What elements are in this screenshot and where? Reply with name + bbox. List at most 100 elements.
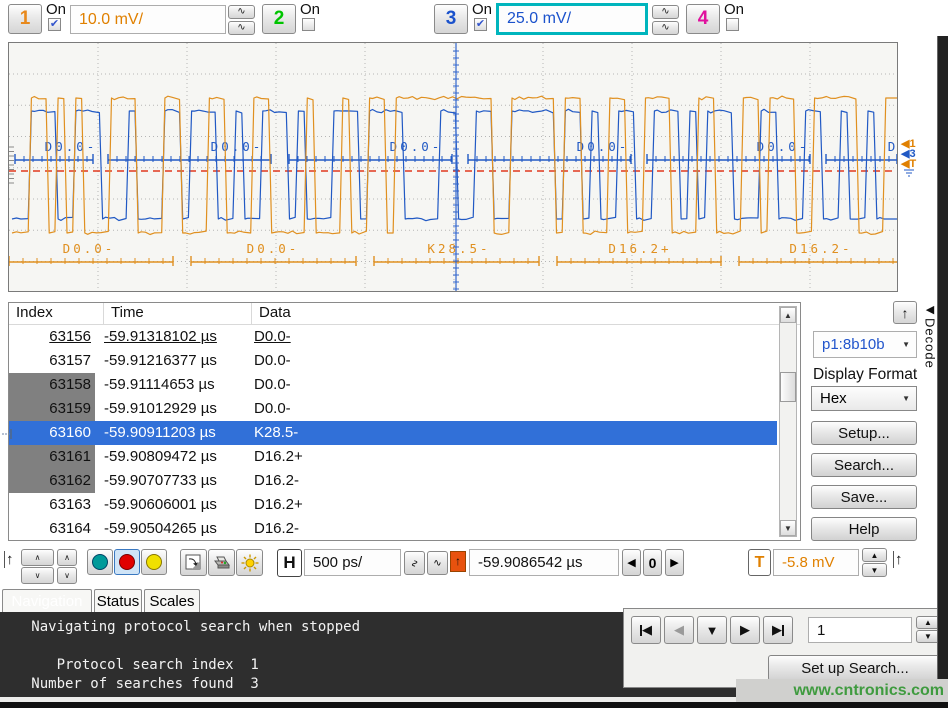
- table-row[interactable]: 63161-59.90809472 µsD16.2+: [9, 445, 777, 469]
- cell-index[interactable]: 63160: [9, 421, 95, 445]
- scroll-down-icon[interactable]: ▼: [780, 520, 796, 536]
- cell-data[interactable]: D0.0-: [245, 397, 777, 421]
- horizontal-menu-button[interactable]: H: [277, 549, 302, 577]
- trigger-level-field[interactable]: -5.8 mV: [773, 549, 859, 576]
- channel-4-on-checkbox[interactable]: [726, 18, 739, 31]
- search-button[interactable]: Search...: [811, 453, 917, 477]
- cell-data[interactable]: D0.0-: [245, 373, 777, 397]
- column-header-index[interactable]: Index: [9, 303, 104, 324]
- print-button[interactable]: [208, 549, 235, 576]
- cell-data[interactable]: K28.5-: [245, 421, 777, 445]
- table-row[interactable]: 63157-59.91216377 µsD0.0-: [9, 349, 777, 373]
- timebase-field[interactable]: 500 ps/: [304, 549, 401, 576]
- channel-3-coupling-down-button[interactable]: ∿: [652, 21, 679, 35]
- cell-index[interactable]: 63161: [9, 445, 95, 469]
- display-format-select[interactable]: Hex ▼: [811, 386, 917, 411]
- cell-index[interactable]: 63162: [9, 469, 95, 493]
- table-row[interactable]: 63159-59.91012929 µsD0.0-: [9, 397, 777, 421]
- channel-3-on-checkbox[interactable]: ✔: [474, 18, 487, 31]
- center-zero-button[interactable]: 0: [643, 549, 662, 576]
- protocol-select[interactable]: p1:8b10b ▼: [813, 331, 917, 358]
- table-row[interactable]: 63163-59.90606001 µsD16.2+: [9, 493, 777, 517]
- go-last-button[interactable]: ▶: [763, 616, 793, 644]
- pan-left-button[interactable]: ◀: [622, 549, 641, 576]
- table-row[interactable]: 63156-59.91318102 µsD0.0-: [9, 325, 777, 349]
- cell-time[interactable]: -59.90911203 µs: [95, 421, 245, 445]
- go-next-button[interactable]: ▶: [730, 616, 760, 644]
- tab-navigation[interactable]: Navigation: [2, 589, 92, 612]
- cell-index[interactable]: 63163: [9, 493, 95, 517]
- listing-scrollbar[interactable]: ▲ ▼: [779, 306, 797, 537]
- touch-zoom-button[interactable]: [180, 549, 207, 576]
- timebase-fine-button[interactable]: ∿: [404, 551, 425, 575]
- cell-data[interactable]: D16.2-: [245, 517, 777, 541]
- table-row[interactable]: 63158-59.91114653 µsD0.0-: [9, 373, 777, 397]
- search-index-field[interactable]: 1: [808, 617, 912, 643]
- cell-time[interactable]: -59.90504265 µs: [95, 517, 245, 541]
- trigger-reference-button[interactable]: ↑: [450, 551, 466, 572]
- channel-3-scale-field[interactable]: 25.0 mV/: [496, 3, 648, 35]
- panel-collapse-button[interactable]: ↑: [893, 301, 917, 324]
- channel-4-button[interactable]: 4: [686, 4, 720, 34]
- go-first-button[interactable]: ◀: [631, 616, 661, 644]
- channel-1-button[interactable]: 1: [8, 4, 42, 34]
- cell-time[interactable]: -59.90606001 µs: [95, 493, 245, 517]
- cell-data[interactable]: D0.0-: [245, 325, 777, 349]
- cell-index[interactable]: 63158: [9, 373, 95, 397]
- cell-data[interactable]: D16.2-: [245, 469, 777, 493]
- level-up-button[interactable]: ▲: [862, 548, 887, 562]
- cell-index[interactable]: 63157: [9, 349, 95, 373]
- cell-index[interactable]: 63156: [9, 325, 95, 349]
- channel-3-coupling-up-button[interactable]: ∿: [652, 5, 679, 19]
- channel-1-coupling-down-button[interactable]: ∿: [228, 21, 255, 35]
- cell-time[interactable]: -59.91318102 µs: [95, 325, 245, 349]
- setup-button[interactable]: Setup...: [811, 421, 917, 445]
- table-row[interactable]: 63164-59.90504265 µsD16.2-: [9, 517, 777, 541]
- cell-data[interactable]: D16.2+: [245, 445, 777, 469]
- table-row[interactable]: 63160-59.90911203 µsK28.5-: [9, 421, 777, 445]
- stop-button[interactable]: [114, 549, 140, 575]
- cell-time[interactable]: -59.91012929 µs: [95, 397, 245, 421]
- trigger-menu-button[interactable]: T: [748, 549, 771, 576]
- save-button[interactable]: Save...: [811, 485, 917, 509]
- run-button[interactable]: [87, 549, 113, 575]
- waveform-display[interactable]: D0.0-D0.0-D0.0-D0.0-D0.0-DD0.0-D0.0-K28.…: [8, 42, 898, 292]
- cell-time[interactable]: -59.90707733 µs: [95, 469, 245, 493]
- scroll-up-icon[interactable]: ▲: [780, 307, 796, 323]
- cell-data[interactable]: D0.0-: [245, 349, 777, 373]
- horizontal-position-field[interactable]: -59.9086542 µs: [469, 549, 619, 576]
- adjust-down-button[interactable]: ∨: [57, 567, 77, 584]
- channel-1-scale-field[interactable]: 10.0 mV/: [70, 5, 226, 34]
- brightness-button[interactable]: [236, 549, 263, 576]
- tab-status[interactable]: Status: [94, 589, 142, 612]
- channel-1-coupling-up-button[interactable]: ∿: [228, 5, 255, 19]
- trigger-marker-icon[interactable]: ↑: [893, 551, 903, 568]
- cell-data[interactable]: D16.2+: [245, 493, 777, 517]
- level-down-button[interactable]: ▼: [862, 563, 887, 577]
- adjust-up-button[interactable]: ∧: [57, 549, 77, 566]
- adjust-up-button[interactable]: ∧: [21, 549, 54, 566]
- cell-time[interactable]: -59.90809472 µs: [95, 445, 245, 469]
- single-button[interactable]: [141, 549, 167, 575]
- cell-index[interactable]: 63159: [9, 397, 95, 421]
- column-header-data[interactable]: Data: [252, 303, 800, 324]
- channel-1-on-checkbox[interactable]: ✔: [48, 18, 61, 31]
- go-previous-button[interactable]: ◀: [664, 616, 694, 644]
- cell-time[interactable]: -59.91114653 µs: [95, 373, 245, 397]
- cell-time[interactable]: -59.91216377 µs: [95, 349, 245, 373]
- channel-2-button[interactable]: 2: [262, 4, 296, 34]
- channel-2-on-checkbox[interactable]: [302, 18, 315, 31]
- timebase-coarse-button[interactable]: ∿: [427, 551, 448, 575]
- help-button[interactable]: Help: [811, 517, 917, 541]
- set-up-search-button[interactable]: Set up Search...: [768, 655, 942, 681]
- cell-index[interactable]: 63164: [9, 517, 95, 541]
- channel-3-button[interactable]: 3: [434, 4, 468, 34]
- column-header-time[interactable]: Time: [104, 303, 252, 324]
- trigger-level-marker[interactable]: ◀T: [901, 159, 916, 169]
- adjust-down-button[interactable]: ∨: [21, 567, 54, 584]
- pan-right-button[interactable]: ▶: [665, 549, 684, 576]
- table-row[interactable]: 63162-59.90707733 µsD16.2-: [9, 469, 777, 493]
- marker-cursor-icon[interactable]: ↑: [4, 551, 14, 568]
- tab-scales[interactable]: Scales: [144, 589, 200, 612]
- go-down-button[interactable]: ▼: [697, 616, 727, 644]
